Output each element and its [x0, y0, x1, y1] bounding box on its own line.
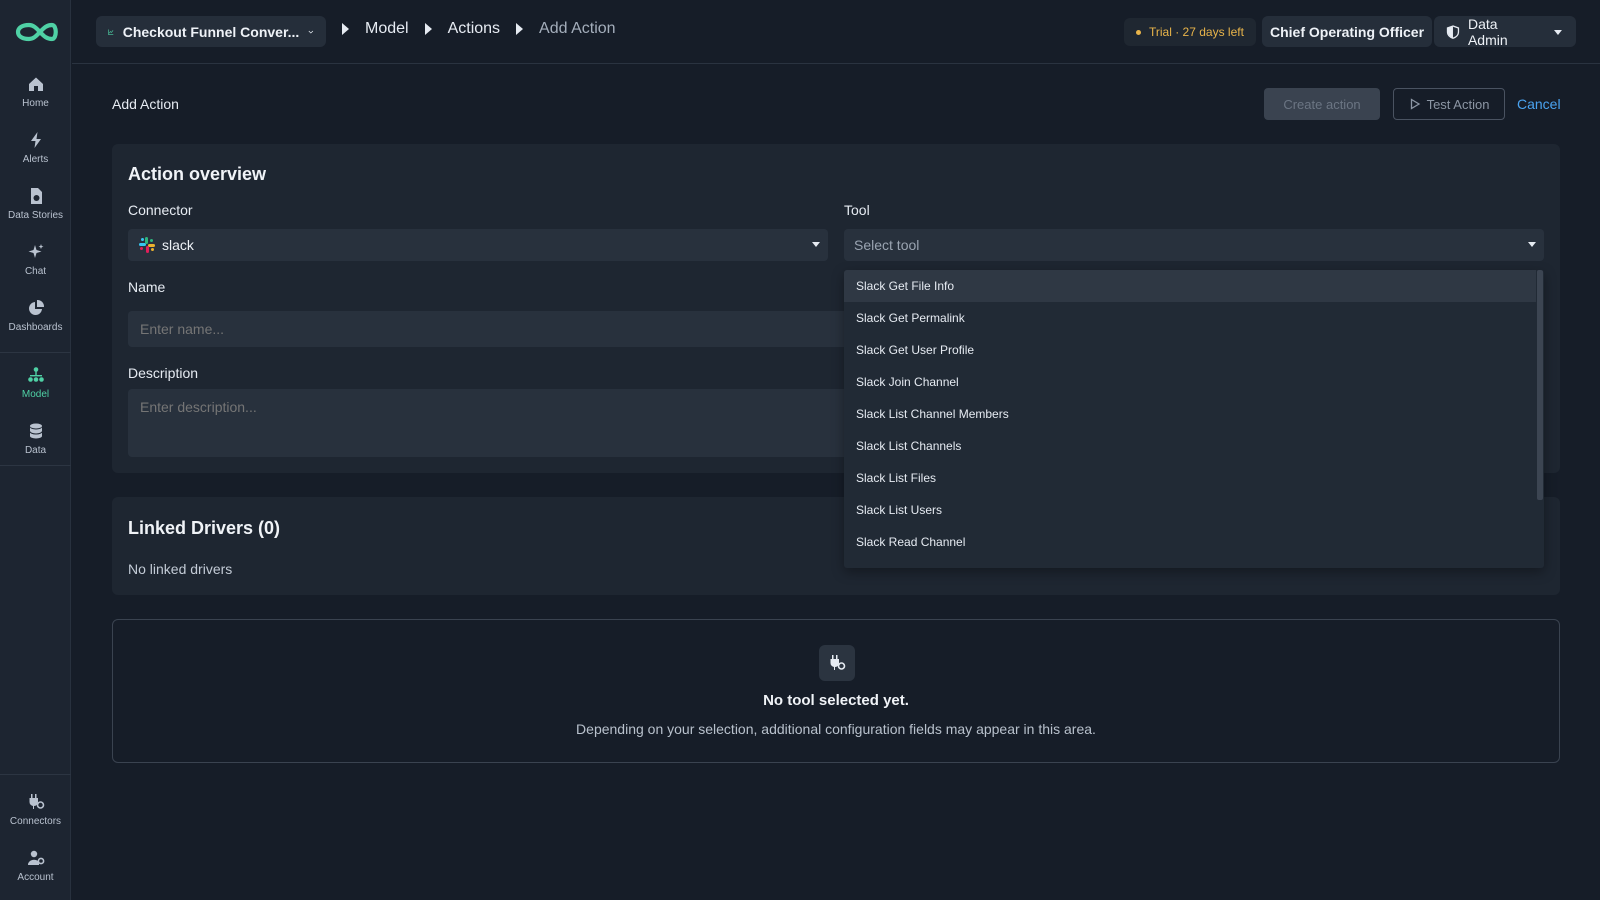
play-icon [1410, 98, 1420, 110]
connector-label: Connector [128, 202, 193, 218]
sidebar: Home Alerts Data Stories Chat Dashboards… [0, 0, 71, 900]
data-stories-icon [30, 188, 42, 204]
app-logo-icon[interactable] [13, 16, 59, 48]
sidebar-item-label: Connectors [9, 816, 62, 827]
sidebar-item-label: Model [21, 389, 50, 400]
account-icon [27, 850, 44, 865]
pie-chart-icon [28, 299, 44, 315]
breadcrumb: Model Actions Add Action [342, 20, 616, 38]
sidebar-item-label: Dashboards [8, 322, 63, 333]
tool-select[interactable]: Select tool [844, 229, 1544, 261]
breadcrumb-separator-icon [516, 23, 524, 35]
tool-option[interactable]: Slack List Users [844, 494, 1536, 526]
test-action-label: Test Action [1426, 96, 1490, 112]
breadcrumb-separator-icon [342, 23, 349, 35]
nav-mid-group: Model Data [0, 355, 71, 467]
breadcrumb-current: Add Action [539, 20, 616, 37]
chevron-down-icon [308, 30, 314, 34]
home-icon [28, 77, 43, 91]
nav-top-group: Home Alerts Data Stories Chat Dashboards [0, 64, 71, 344]
model-icon [27, 367, 44, 382]
trial-badge[interactable]: Trial · 27 days left [1124, 18, 1256, 46]
sidebar-item-label: Home [22, 98, 49, 109]
sidebar-divider [0, 352, 71, 353]
empty-state-title: No tool selected yet. [763, 692, 909, 709]
caret-down-icon [1528, 242, 1536, 247]
trial-text: Trial · 27 days left [1149, 25, 1244, 39]
sidebar-item-alerts[interactable]: Alerts [0, 120, 71, 176]
top-header: Checkout Funnel Conver... Model Actions … [72, 0, 1600, 64]
sidebar-item-home[interactable]: Home [0, 64, 71, 120]
sidebar-item-dashboards[interactable]: Dashboards [0, 288, 71, 344]
sidebar-item-label: Data [24, 445, 47, 456]
role-label: Chief Operating Officer [1270, 23, 1425, 40]
tool-option[interactable]: Slack Get File Info [844, 270, 1536, 302]
action-overview-title: Action overview [128, 164, 267, 184]
description-label: Description [128, 365, 199, 381]
line-chart-icon [108, 29, 114, 35]
tool-dropdown-menu: Slack Get File Info Slack Get Permalink … [844, 270, 1544, 568]
tool-option[interactable]: Slack List Files [844, 462, 1536, 494]
trial-dot-icon [1136, 29, 1141, 35]
sidebar-item-label: Data Stories [7, 210, 64, 221]
caret-down-icon [1554, 29, 1563, 35]
tool-option[interactable]: Slack List Channels [844, 430, 1536, 462]
shield-icon [1446, 24, 1460, 39]
breadcrumb-actions[interactable]: Actions [448, 20, 500, 38]
dashboard-selector-label: Checkout Funnel Conver... [122, 23, 300, 40]
breadcrumb-separator-icon [424, 23, 432, 35]
test-action-button[interactable]: Test Action [1393, 88, 1505, 120]
nav-bottom-group: Connectors Account [0, 782, 71, 894]
tool-label: Tool [844, 202, 870, 218]
sidebar-item-label: Alerts [22, 154, 49, 165]
tool-option[interactable]: Slack Get Permalink [844, 302, 1536, 334]
sidebar-item-data-stories[interactable]: Data Stories [0, 176, 71, 232]
linked-drivers-title: Linked Drivers (0) [128, 518, 281, 538]
tool-option[interactable]: Slack Join Channel [844, 366, 1536, 398]
tool-option[interactable]: Slack Read Channel [844, 526, 1536, 558]
create-action-button[interactable]: Create action [1264, 88, 1380, 120]
admin-label: Data Admin [1467, 15, 1508, 48]
dashboard-selector[interactable]: Checkout Funnel Conver... [96, 16, 326, 47]
admin-menu[interactable]: Data Admin [1434, 15, 1576, 48]
plug-icon [830, 655, 846, 670]
name-label: Name [128, 279, 166, 295]
breadcrumb-model[interactable]: Model [365, 20, 409, 38]
caret-down-icon [812, 242, 820, 247]
bolt-icon [30, 132, 41, 148]
sidebar-item-chat[interactable]: Chat [0, 232, 71, 288]
cancel-button[interactable]: Cancel [1517, 96, 1561, 112]
sidebar-divider [0, 774, 71, 775]
connector-value: slack [162, 237, 194, 253]
no-linked-drivers-text: No linked drivers [128, 561, 233, 577]
sparkle-icon [28, 244, 43, 258]
tool-config-empty-state: No tool selected yet. Depending on your … [112, 619, 1560, 763]
dropdown-scrollbar[interactable] [1537, 270, 1543, 500]
sidebar-item-label: Chat [24, 266, 47, 277]
tool-option[interactable]: Slack Get User Profile [844, 334, 1536, 366]
plug-icon [28, 794, 44, 809]
sidebar-item-model[interactable]: Model [0, 355, 71, 411]
empty-state-description: Depending on your selection, additional … [576, 721, 1096, 737]
sidebar-divider [0, 465, 71, 466]
sidebar-item-label: Account [17, 872, 54, 883]
tool-option[interactable]: Slack List Channel Members [844, 398, 1536, 430]
sidebar-item-account[interactable]: Account [0, 838, 71, 894]
role-selector[interactable]: Chief Operating Officer [1262, 16, 1433, 47]
empty-state-icon-box [819, 645, 855, 681]
connector-select[interactable]: slack [128, 229, 828, 261]
slack-icon [139, 237, 155, 253]
sidebar-item-connectors[interactable]: Connectors [0, 782, 71, 838]
tool-placeholder: Select tool [854, 237, 920, 253]
database-icon [29, 423, 42, 439]
sidebar-item-data[interactable]: Data [0, 411, 71, 467]
page-title: Add Action [112, 96, 179, 112]
